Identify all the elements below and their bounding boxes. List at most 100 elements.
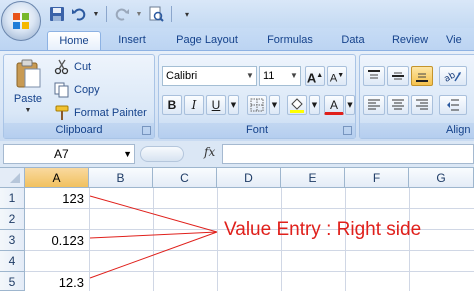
quick-access-toolbar: ▼ ▼ ▾: [48, 4, 196, 24]
select-all-icon: [10, 173, 20, 183]
font-group-label: Font: [159, 123, 355, 138]
font-name-value: Calibri: [166, 70, 198, 82]
paste-label: Paste: [13, 93, 43, 105]
gridline: [25, 271, 474, 272]
bold-button[interactable]: B: [162, 95, 182, 115]
font-name-dropdown-icon[interactable]: ▼: [244, 67, 256, 85]
align-top-button[interactable]: [363, 66, 385, 86]
font-dialog-launcher-icon[interactable]: [343, 126, 352, 135]
formula-controls: fx: [140, 144, 220, 164]
undo-dropdown-icon[interactable]: ▼: [92, 5, 100, 23]
row-header-3[interactable]: 3: [0, 230, 25, 251]
tab-view[interactable]: Vie: [446, 31, 474, 50]
tab-page-layout[interactable]: Page Layout: [166, 31, 248, 50]
fill-color-dropdown-icon[interactable]: ▼: [309, 95, 320, 115]
row-header-5[interactable]: 5: [0, 272, 25, 291]
row-header-4[interactable]: 4: [0, 251, 25, 272]
gridline: [25, 208, 474, 209]
fill-color-button[interactable]: [287, 95, 307, 115]
insert-function-button[interactable]: fx: [204, 145, 215, 159]
column-header-e[interactable]: E: [281, 168, 345, 188]
name-box-dropdown-icon[interactable]: ▼: [123, 145, 132, 163]
save-icon[interactable]: [48, 5, 66, 23]
tab-home[interactable]: Home: [47, 31, 101, 50]
tab-formulas[interactable]: Formulas: [258, 31, 322, 50]
align-middle-icon: [392, 72, 404, 80]
clipboard-dialog-launcher-icon[interactable]: [142, 126, 151, 135]
grow-font-button[interactable]: A▲: [305, 66, 325, 86]
align-bottom-icon: [416, 73, 428, 82]
font-size-combo[interactable]: 11 ▼: [259, 66, 301, 86]
title-bar: ▼ ▼ ▾: [0, 0, 474, 28]
align-center-icon: [392, 99, 404, 110]
orientation-icon: ab: [443, 70, 461, 85]
tab-review[interactable]: Review: [384, 31, 436, 50]
select-all-button[interactable]: [0, 168, 25, 188]
decrease-indent-button[interactable]: [439, 95, 467, 115]
paste-dropdown-icon: ▼: [24, 107, 32, 114]
fill-bucket-icon: [290, 98, 304, 113]
name-box-value: A7: [54, 147, 69, 161]
name-box[interactable]: A7 ▼: [3, 144, 135, 164]
orientation-button[interactable]: ab: [439, 66, 467, 86]
align-top-icon: [368, 70, 380, 79]
office-logo-icon: [13, 13, 29, 29]
column-header-d[interactable]: D: [217, 168, 281, 188]
font-name-combo[interactable]: Calibri ▼: [162, 66, 257, 86]
align-bottom-button[interactable]: [411, 66, 433, 86]
tab-insert[interactable]: Insert: [108, 31, 156, 50]
align-middle-button[interactable]: [387, 66, 409, 86]
grow-font-icon: A: [306, 70, 317, 86]
cell-a5[interactable]: 12.3: [26, 272, 87, 291]
font-color-button[interactable]: A: [324, 95, 344, 115]
decrease-indent-icon: [447, 99, 459, 111]
shrink-font-button[interactable]: A▼: [327, 66, 347, 86]
alignment-group: ab Align: [359, 54, 474, 139]
row-header-2[interactable]: 2: [0, 209, 25, 230]
align-center-button[interactable]: [387, 95, 409, 115]
scissors-icon: [54, 59, 69, 75]
clipboard-group: Paste ▼ Cut Copy Format Painter Clipboar…: [3, 54, 155, 139]
tab-data[interactable]: Data: [332, 31, 374, 50]
toolbar-separator: [106, 6, 107, 22]
redo-dropdown-icon[interactable]: ▼: [135, 5, 143, 23]
align-right-button[interactable]: [411, 95, 433, 115]
underline-button[interactable]: U: [206, 95, 226, 115]
formula-input[interactable]: [222, 144, 474, 164]
format-painter-label: Format Painter: [74, 107, 147, 119]
gridline: [89, 188, 90, 291]
borders-button[interactable]: [247, 95, 267, 115]
customize-toolbar-icon[interactable]: ▾: [178, 5, 196, 23]
font-color-dropdown-icon[interactable]: ▼: [345, 95, 355, 115]
copy-button[interactable]: Copy: [54, 82, 100, 98]
undo-icon[interactable]: [70, 5, 88, 23]
cut-button[interactable]: Cut: [54, 59, 91, 75]
redo-icon[interactable]: [113, 5, 131, 23]
gridline: [25, 250, 474, 251]
column-header-c[interactable]: C: [153, 168, 217, 188]
column-header-a[interactable]: A: [25, 168, 89, 188]
column-header-f[interactable]: F: [345, 168, 409, 188]
row-header-1[interactable]: 1: [0, 188, 25, 209]
cell-a1[interactable]: 123: [26, 188, 87, 208]
font-size-dropdown-icon[interactable]: ▼: [288, 67, 300, 85]
underline-dropdown-icon[interactable]: ▼: [228, 95, 239, 115]
formula-cancel-enter-buttons[interactable]: [140, 146, 184, 162]
align-left-button[interactable]: [363, 95, 385, 115]
cell-a3[interactable]: 0.123: [26, 230, 87, 250]
office-button[interactable]: [1, 1, 41, 41]
font-size-value: 11: [263, 70, 275, 82]
format-painter-button[interactable]: Format Painter: [54, 105, 147, 121]
paste-button[interactable]: Paste ▼: [8, 59, 48, 121]
align-right-icon: [416, 99, 428, 110]
column-header-g[interactable]: G: [409, 168, 474, 188]
toolbar-separator: [171, 6, 172, 22]
column-header-b[interactable]: B: [89, 168, 153, 188]
annotation-text: Value Entry : Right side: [224, 219, 422, 240]
italic-button[interactable]: I: [184, 95, 204, 115]
borders-dropdown-icon[interactable]: ▼: [269, 95, 280, 115]
print-preview-icon[interactable]: [147, 5, 165, 23]
paste-icon: [16, 59, 41, 88]
copy-icon: [54, 82, 69, 98]
clipboard-group-label: Clipboard: [4, 123, 154, 138]
